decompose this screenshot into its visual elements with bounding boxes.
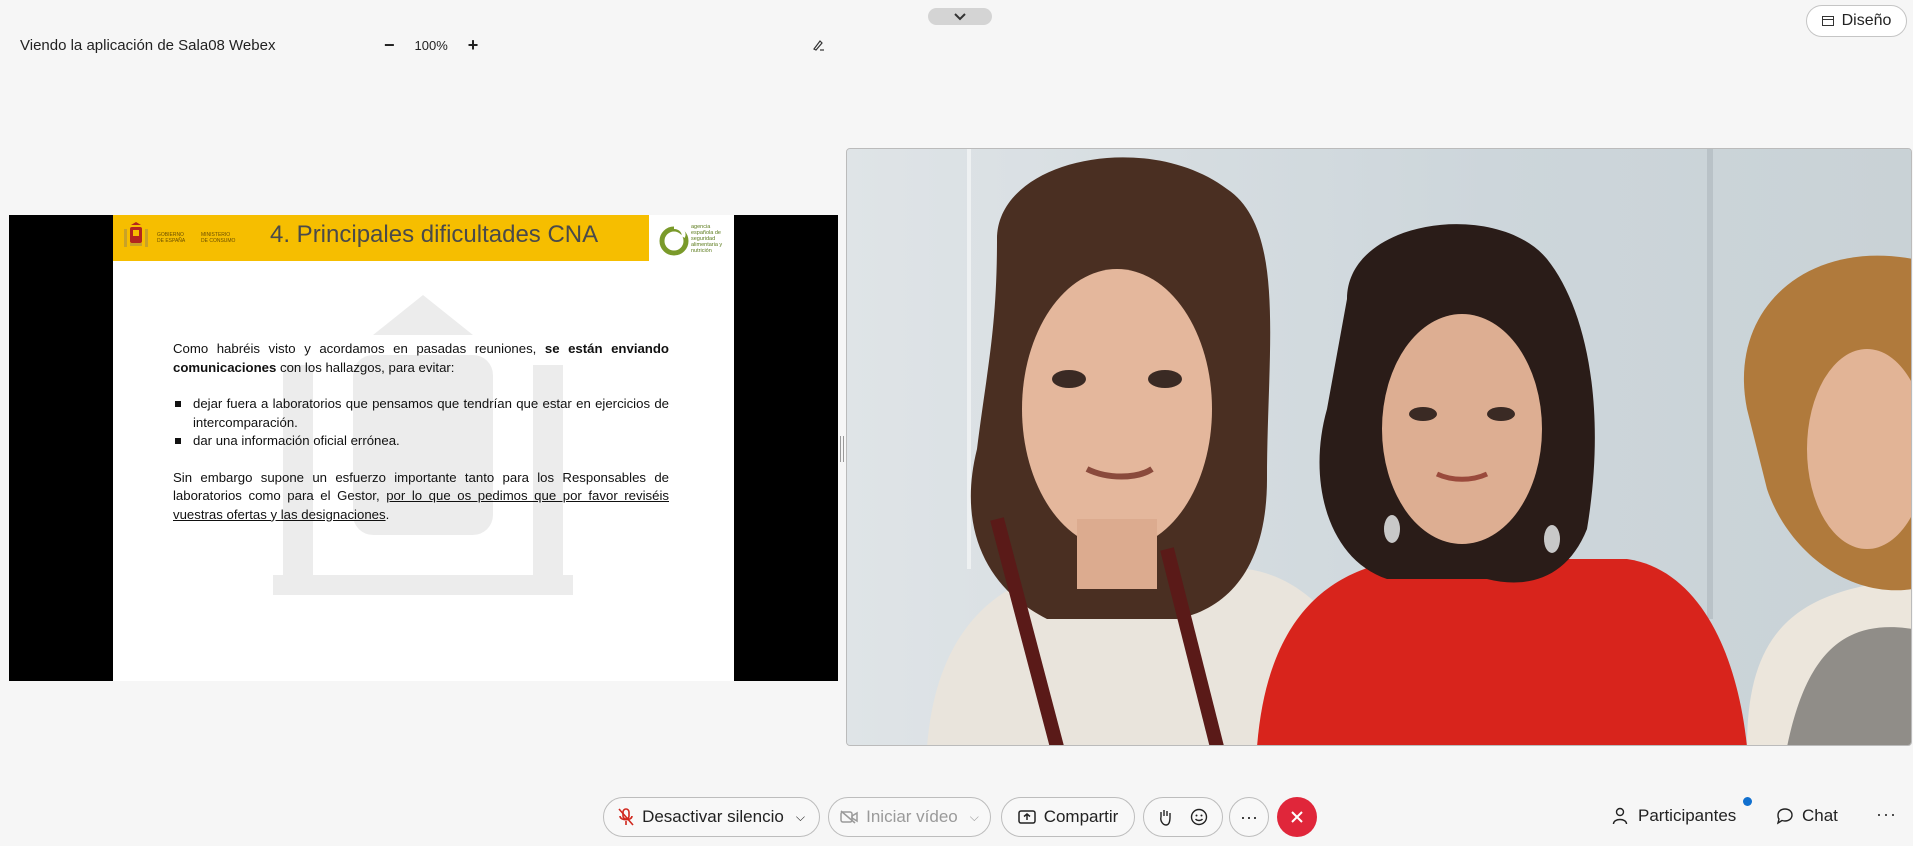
start-video-label: Iniciar vídeo: [866, 807, 958, 826]
participants-icon: [1612, 807, 1628, 825]
slide-text: Como habréis visto y acordamos en pasada…: [173, 341, 545, 356]
spain-coat-of-arms-icon: [124, 222, 148, 247]
layout-button[interactable]: Diseño: [1806, 5, 1907, 37]
slide-text: con los hallazgos, para evitar:: [276, 359, 455, 375]
more-icon: ···: [1240, 806, 1258, 827]
aesan-logo-icon: [659, 225, 689, 256]
slide-body: Como habréis visto y acordamos en pasada…: [173, 340, 669, 542]
start-video-button[interactable]: Iniciar vídeo ⌵: [828, 797, 991, 837]
slide-bullet: dejar fuera a laboratorios que pensamos …: [173, 395, 669, 432]
split-resize-handle[interactable]: [840, 436, 844, 462]
camera-off-icon: [840, 810, 858, 824]
layout-label: Diseño: [1841, 12, 1892, 29]
viewing-application-label: Viendo la aplicación de Sala08 Webex: [20, 37, 276, 54]
mute-label: Desactivar silencio: [642, 807, 784, 826]
participants-label: Participantes: [1638, 806, 1737, 825]
slide-bullet: dar una información oficial errónea.: [173, 432, 669, 451]
slide-text: .: [385, 506, 390, 522]
share-screen-icon: [1017, 810, 1036, 824]
slide-bullet-list: dejar fuera a laboratorios que pensamos …: [173, 395, 669, 451]
annotate-icon[interactable]: [812, 38, 826, 52]
mute-button[interactable]: Desactivar silencio ⌵: [603, 797, 820, 837]
shared-content-area[interactable]: GOBIERNO DE ESPAÑA MINISTERIO DE CONSUMO…: [9, 215, 838, 681]
more-options-button[interactable]: ···: [1229, 797, 1269, 837]
aesan-logo: agencia española de seguridad alimentari…: [659, 221, 731, 259]
chevron-down-icon: [954, 12, 966, 20]
layout-icon: [1821, 16, 1834, 26]
reactions-icon[interactable]: [1190, 808, 1208, 826]
slide-paragraph-1: Como habréis visto y acordamos en pasada…: [173, 340, 669, 377]
ministry-label: MINISTERIO DE CONSUMO: [201, 232, 236, 244]
leave-meeting-button[interactable]: [1277, 797, 1317, 837]
participant-video[interactable]: [846, 148, 1912, 746]
more-panels-button[interactable]: ···: [1876, 804, 1897, 825]
share-button[interactable]: Compartir: [1001, 797, 1135, 837]
collapse-toolbar-button[interactable]: [928, 8, 992, 25]
zoom-in-button[interactable]: +: [468, 36, 479, 54]
chat-icon: [1776, 808, 1793, 825]
raise-hand-icon[interactable]: [1158, 808, 1172, 826]
zoom-controls: − 100% +: [384, 36, 478, 54]
chat-label: Chat: [1802, 806, 1838, 825]
share-label: Compartir: [1043, 807, 1119, 826]
notification-dot: [1743, 797, 1752, 806]
chat-button[interactable]: Chat: [1776, 806, 1838, 826]
presentation-slide: GOBIERNO DE ESPAÑA MINISTERIO DE CONSUMO…: [113, 215, 734, 681]
slide-paragraph-2: Sin embargo supone un esfuerzo important…: [173, 469, 669, 525]
video-frame: [847, 149, 1911, 745]
slide-header-bar: GOBIERNO DE ESPAÑA MINISTERIO DE CONSUMO…: [113, 215, 649, 261]
slide-title: 4. Principales dificultades CNA: [270, 221, 599, 248]
government-label: GOBIERNO DE ESPAÑA: [157, 232, 186, 244]
microphone-muted-icon: [618, 808, 634, 826]
close-icon: [1291, 811, 1303, 823]
zoom-out-button[interactable]: −: [384, 36, 395, 54]
chevron-down-icon: ⌵: [795, 809, 805, 824]
zoom-level: 100%: [414, 37, 448, 53]
aesan-logo-text: agencia española de seguridad alimentari…: [691, 224, 723, 254]
chevron-down-icon: ⌵: [969, 809, 979, 824]
participants-button[interactable]: Participantes: [1612, 806, 1736, 826]
reactions-group: [1143, 797, 1223, 837]
